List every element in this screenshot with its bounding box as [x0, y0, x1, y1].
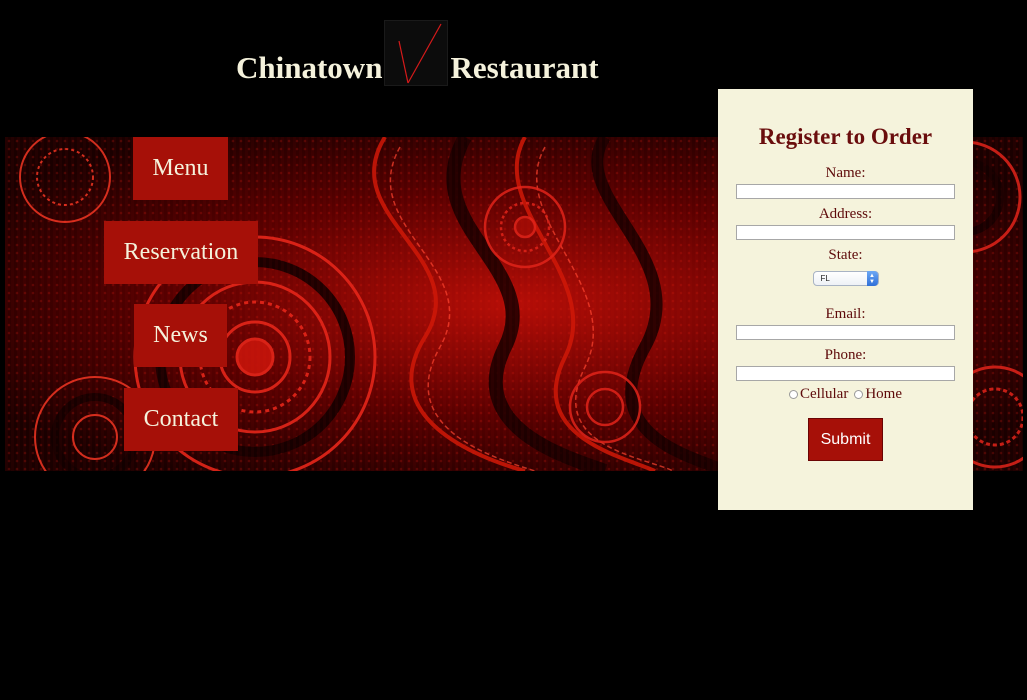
select-updown-arrow-icon: ▲ ▼ [866, 271, 878, 286]
nav-menu-button[interactable]: Menu [133, 137, 228, 200]
cellular-radio[interactable] [789, 390, 798, 399]
cellular-radio-label: Cellular [800, 386, 849, 402]
address-field[interactable] [736, 225, 955, 240]
nav-contact-button[interactable]: Contact [124, 388, 238, 451]
name-label: Name: [825, 165, 866, 181]
state-select-value: FL [820, 274, 830, 283]
home-radio[interactable] [854, 390, 864, 399]
site-title-right: Restaurant [450, 50, 599, 85]
site-title-left: Chinatown [236, 50, 383, 85]
name-field[interactable] [736, 184, 955, 199]
nav-reservation-label: Reservation [123, 239, 239, 265]
register-form: Register to Order Name: Address: State: … [718, 89, 973, 510]
teapot-logo-icon [384, 20, 449, 86]
phone-label: Phone: [824, 347, 867, 363]
nav-menu-label: Menu [152, 155, 209, 181]
phone-field[interactable] [736, 366, 955, 381]
home-radio-label: Home [865, 386, 902, 402]
site-title: Chinatown Restaurant [236, 20, 599, 86]
email-field[interactable] [736, 325, 955, 340]
phone-type-group: Cellular Home [718, 386, 973, 403]
nav-news-label: News [153, 322, 208, 348]
address-label: Address: [818, 206, 873, 222]
state-label: State: [828, 247, 863, 263]
submit-button[interactable]: Submit [808, 418, 883, 461]
register-title: Register to Order [758, 124, 933, 149]
page: Chinatown Restaurant Menu Reservation Ne… [0, 0, 1027, 700]
nav-news-button[interactable]: News [134, 304, 227, 367]
state-select[interactable]: FL ▲ ▼ [812, 271, 879, 286]
nav-contact-label: Contact [143, 406, 219, 432]
nav-reservation-button[interactable]: Reservation [104, 221, 258, 284]
email-label: Email: [825, 306, 866, 322]
